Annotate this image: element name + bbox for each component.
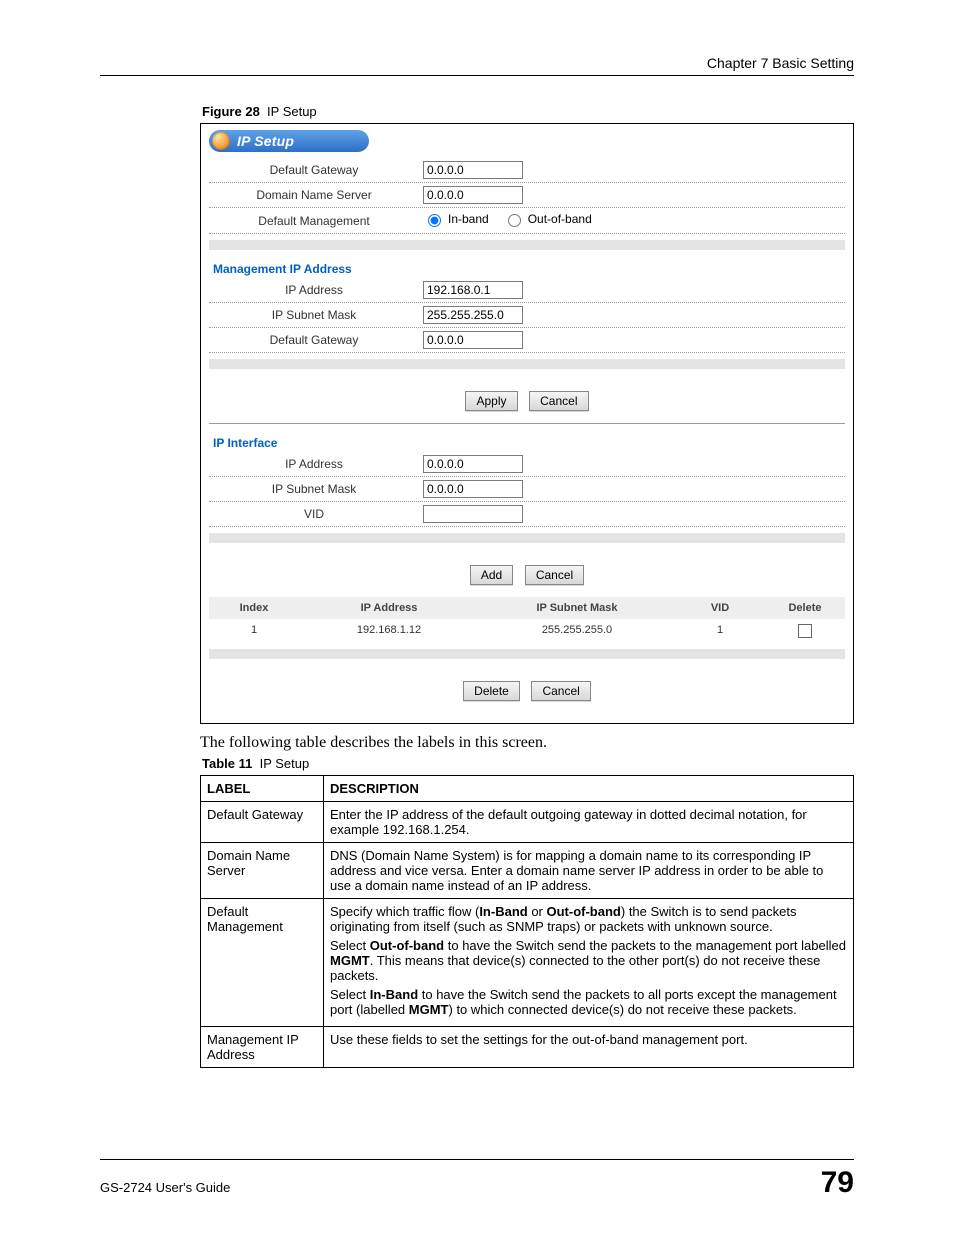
cancel-button-2[interactable]: Cancel: [525, 565, 584, 585]
table-caption-title: IP Setup: [260, 756, 310, 771]
td-label: Domain Name Server: [201, 843, 324, 899]
dns-label: Domain Name Server: [209, 188, 419, 202]
footer-guide: GS-2724 User's Guide: [100, 1180, 230, 1195]
col-mask: IP Subnet Mask: [479, 602, 675, 614]
iface-mask-input[interactable]: [423, 480, 523, 498]
cell-index: 1: [209, 624, 299, 638]
td-label: Management IP Address: [201, 1027, 324, 1068]
mgmt-gw-input[interactable]: [423, 331, 523, 349]
inband-radio-label: In-band: [448, 212, 489, 226]
td-desc: DNS (Domain Name System) is for mapping …: [324, 843, 854, 899]
page-footer: GS-2724 User's Guide 79: [100, 1159, 854, 1200]
body-text: The following table describes the labels…: [200, 734, 854, 752]
table-row: 1 192.168.1.12 255.255.255.0 1: [209, 619, 845, 643]
divider-bar: [209, 649, 845, 659]
cell-vid: 1: [675, 624, 765, 638]
mgmt-ip-title: Management IP Address: [209, 256, 845, 278]
mgmt-mask-input[interactable]: [423, 306, 523, 324]
default-gateway-label: Default Gateway: [209, 163, 419, 177]
divider-bar: [209, 359, 845, 369]
panel-title: IP Setup: [237, 133, 294, 149]
mgmt-gw-label: Default Gateway: [209, 333, 419, 347]
td-desc: Use these fields to set the settings for…: [324, 1027, 854, 1068]
add-button[interactable]: Add: [470, 565, 513, 585]
ip-setup-screenshot: IP Setup Default Gateway Domain Name Ser…: [200, 123, 854, 724]
divider-bar: [209, 533, 845, 543]
apply-button[interactable]: Apply: [465, 391, 517, 411]
row-delete-checkbox[interactable]: [798, 624, 812, 638]
table-caption-label: Table 11: [202, 756, 252, 771]
iface-ip-input[interactable]: [423, 455, 523, 473]
col-ip: IP Address: [299, 602, 479, 614]
inband-radio[interactable]: [428, 214, 441, 227]
col-vid: VID: [675, 602, 765, 614]
iface-vid-label: VID: [209, 507, 419, 521]
dns-input[interactable]: [423, 186, 523, 204]
iface-table-header: Index IP Address IP Subnet Mask VID Dele…: [209, 597, 845, 619]
mgmt-mask-label: IP Subnet Mask: [209, 308, 419, 322]
orb-icon: [212, 132, 230, 150]
default-gateway-input[interactable]: [423, 161, 523, 179]
cell-mask: 255.255.255.0: [479, 624, 675, 638]
td-label: Default Management: [201, 899, 324, 1027]
default-mgmt-label: Default Management: [209, 214, 419, 228]
td-desc: Enter the IP address of the default outg…: [324, 802, 854, 843]
figure-label: Figure 28: [202, 104, 260, 119]
mgmt-ip-label: IP Address: [209, 283, 419, 297]
col-delete: Delete: [765, 602, 845, 614]
cancel-button-1[interactable]: Cancel: [529, 391, 588, 411]
outband-radio[interactable]: [508, 214, 521, 227]
td-label: Default Gateway: [201, 802, 324, 843]
description-table: LABEL DESCRIPTION Default Gateway Enter …: [200, 775, 854, 1068]
iface-mask-label: IP Subnet Mask: [209, 482, 419, 496]
mgmt-ip-input[interactable]: [423, 281, 523, 299]
td-desc: Specify which traffic flow (In-Band or O…: [324, 899, 854, 1027]
figure-caption: Figure 28 IP Setup: [202, 104, 854, 119]
iface-vid-input[interactable]: [423, 505, 523, 523]
table-caption: Table 11 IP Setup: [202, 756, 854, 771]
panel-title-pill: IP Setup: [209, 130, 369, 152]
col-index: Index: [209, 602, 299, 614]
chapter-header: Chapter 7 Basic Setting: [100, 55, 854, 76]
divider-bar: [209, 240, 845, 250]
ip-interface-title: IP Interface: [209, 430, 845, 452]
page-number: 79: [821, 1166, 854, 1200]
cell-ip: 192.168.1.12: [299, 624, 479, 638]
outband-radio-label: Out-of-band: [528, 212, 592, 226]
th-label: LABEL: [201, 776, 324, 802]
iface-ip-label: IP Address: [209, 457, 419, 471]
figure-title: IP Setup: [267, 104, 317, 119]
delete-button[interactable]: Delete: [463, 681, 520, 701]
cancel-button-3[interactable]: Cancel: [531, 681, 590, 701]
th-desc: DESCRIPTION: [324, 776, 854, 802]
